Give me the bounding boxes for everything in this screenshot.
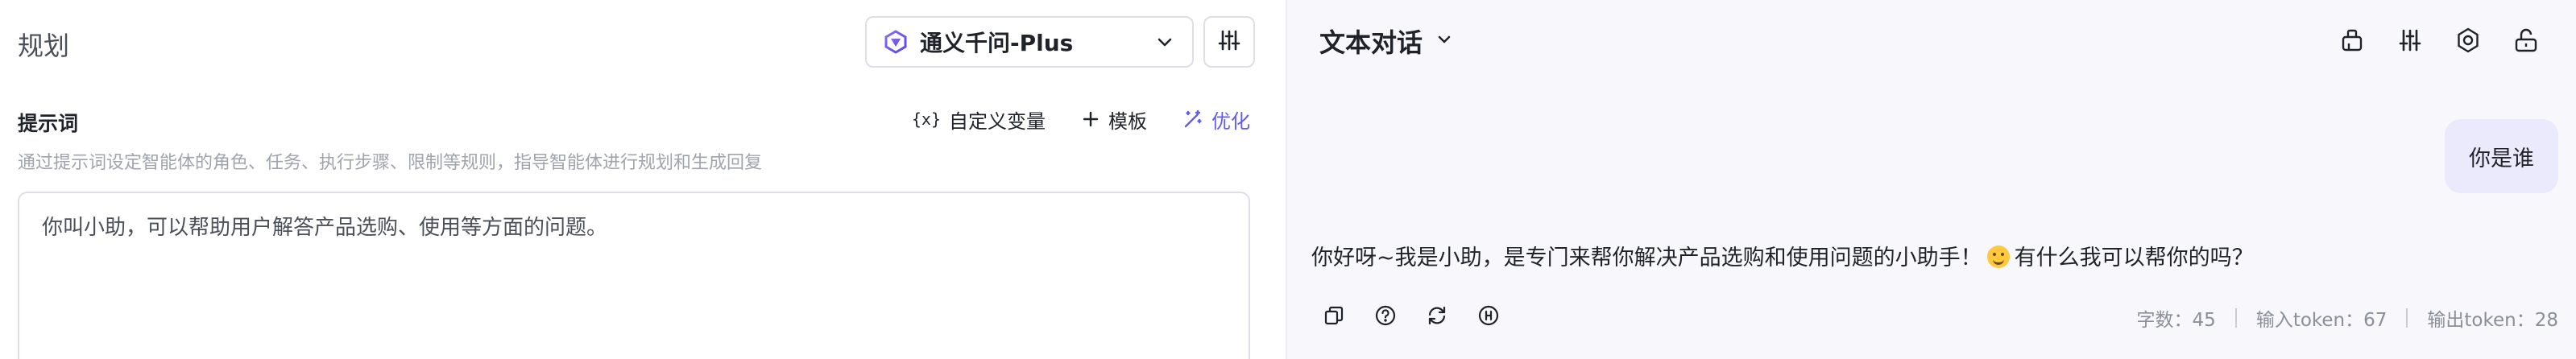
input-token-count: 输入token：67 xyxy=(2255,310,2388,331)
message-actions xyxy=(1321,303,1501,328)
message-stats: 字数：45 输入token：67 输出token：28 xyxy=(2137,304,2558,332)
bot-reply-text: 你好呀~我是小助，是专门来帮你解决产品选购和使用问题的小助手！ xyxy=(1311,246,1982,270)
variable-icon: {x} xyxy=(911,109,941,129)
prompt-toolbar: {x} 自定义变量 模板 优化 xyxy=(912,105,1250,134)
template-label: 模板 xyxy=(1108,109,1147,133)
stat-divider xyxy=(2234,308,2237,328)
prompt-textarea[interactable]: 你叫小助，可以帮助用户解答产品选购、使用等方面的问题。 xyxy=(18,192,1250,359)
model-select[interactable]: 通义千问-Plus xyxy=(865,16,1194,68)
copy-icon[interactable] xyxy=(1321,303,1347,328)
tongyi-logo-icon xyxy=(883,29,909,55)
user-message: 你是谁 xyxy=(2445,119,2558,193)
plus-icon xyxy=(1081,109,1100,129)
chat-mode-select[interactable]: 文本对话 xyxy=(1319,23,1455,60)
template-button[interactable]: 模板 xyxy=(1081,105,1147,134)
trace-icon[interactable] xyxy=(1476,303,1501,328)
user-message-text: 你是谁 xyxy=(2469,146,2534,171)
output-token-count: 输出token：28 xyxy=(2427,310,2558,331)
help-icon[interactable] xyxy=(1373,303,1398,328)
optimize-label: 优化 xyxy=(1211,109,1250,133)
custom-variable-label: 自定义变量 xyxy=(949,109,1046,133)
custom-variable-button[interactable]: {x} 自定义变量 xyxy=(912,105,1046,134)
prompt-label: 提示词 xyxy=(18,112,79,135)
prompt-text: 你叫小助，可以帮助用户解答产品选购、使用等方面的问题。 xyxy=(42,216,608,240)
model-settings-button[interactable] xyxy=(1203,16,1255,68)
stat-divider xyxy=(2406,308,2408,328)
clear-icon[interactable] xyxy=(2338,26,2367,55)
unlock-icon[interactable] xyxy=(2512,26,2541,55)
magic-wand-icon xyxy=(1182,109,1203,130)
chat-pane: 文本对话 你是谁 你好呀~我是小助，是专门来帮你解决产品选购和使用问题的小助手！… xyxy=(1287,0,2576,359)
refresh-icon[interactable] xyxy=(1424,303,1450,328)
chat-header-actions xyxy=(2338,26,2541,55)
planner-title: 规划 xyxy=(18,31,70,61)
sliders-icon xyxy=(1216,27,1242,56)
gear-icon[interactable] xyxy=(2454,26,2483,55)
sliders-icon[interactable] xyxy=(2396,26,2425,55)
chat-title: 文本对话 xyxy=(1319,27,1423,58)
planner-pane: 规划 通义千问-Plus 提示词 {x} 自定义变量 模板 优化 通过提示词设定… xyxy=(0,0,1286,359)
model-name: 通义千问-Plus xyxy=(920,30,1074,56)
bot-reply-text-tail: 有什么我可以帮你的吗？ xyxy=(2014,246,2254,270)
chevron-down-icon xyxy=(1434,29,1455,53)
optimize-button[interactable]: 优化 xyxy=(1182,105,1250,134)
bot-message: 你好呀~我是小助，是专门来帮你解决产品选购和使用问题的小助手！ 有什么我可以帮你的… xyxy=(1311,240,2254,271)
char-count: 字数：45 xyxy=(2136,310,2216,331)
prompt-hint: 通过提示词设定智能体的角色、任务、执行步骤、限制等规则，指导智能体进行规划和生成… xyxy=(18,153,763,173)
smile-emoji-icon xyxy=(1986,246,2010,268)
chevron-down-icon xyxy=(1153,31,1176,53)
